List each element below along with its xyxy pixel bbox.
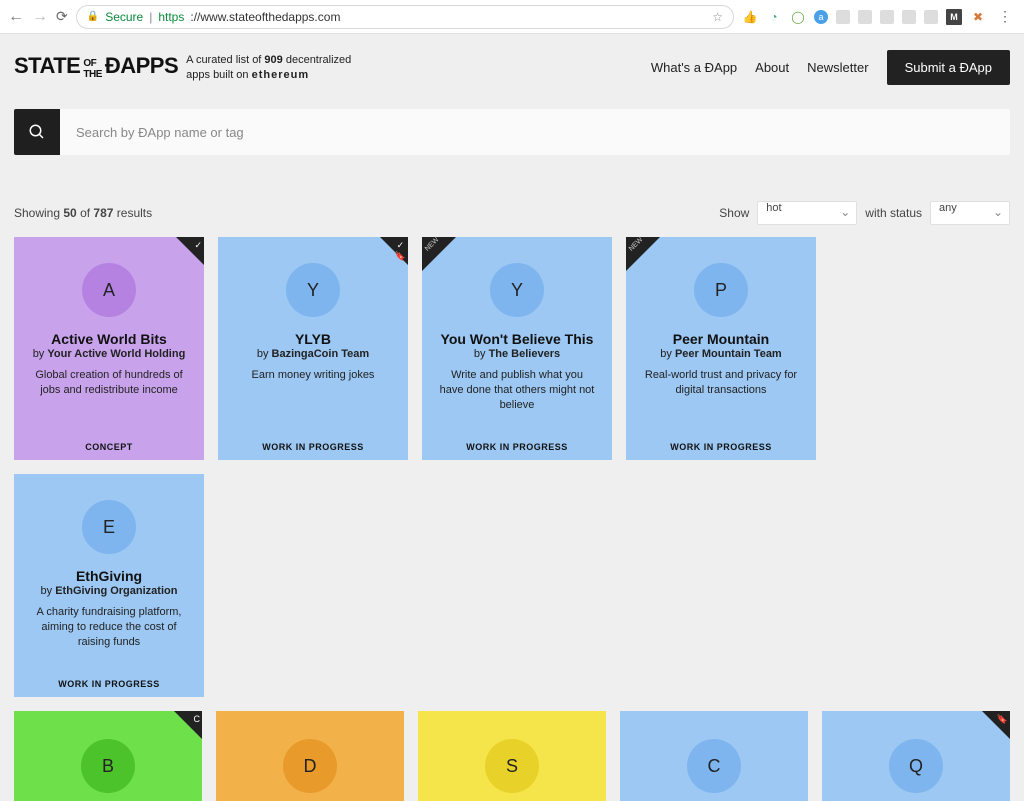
logo-dapps: ÐAPPS bbox=[105, 53, 178, 78]
nav-newsletter[interactable]: Newsletter bbox=[807, 60, 868, 75]
logo-text: STATE bbox=[14, 53, 80, 78]
search-icon[interactable] bbox=[14, 109, 60, 155]
badge-icon: ✓ bbox=[176, 237, 204, 265]
chrome-menu-icon[interactable]: ⋮ bbox=[994, 8, 1016, 25]
new-badge: NEW bbox=[422, 237, 456, 271]
badge-icon: 🔖 bbox=[982, 711, 1010, 739]
show-label: Show bbox=[719, 206, 749, 220]
card-title: Peer Mountain bbox=[673, 331, 769, 347]
ext-icon[interactable]: 👍 bbox=[742, 9, 758, 25]
nav-menu: What's a ÐApp About Newsletter Submit a … bbox=[651, 50, 1010, 85]
card-avatar: A bbox=[82, 263, 136, 317]
ext-icon[interactable] bbox=[924, 10, 938, 24]
url-text: ://www.stateofthedapps.com bbox=[190, 10, 340, 24]
logo[interactable]: STATEOFTHEÐAPPS bbox=[14, 56, 178, 80]
new-badge: NEW bbox=[626, 237, 660, 271]
card-avatar: E bbox=[82, 500, 136, 554]
card-avatar: B bbox=[81, 739, 135, 793]
tagline: A curated list of 909 decentralized apps… bbox=[186, 53, 376, 83]
card-avatar: P bbox=[694, 263, 748, 317]
ext-icon[interactable]: a bbox=[814, 10, 828, 24]
ext-icon[interactable] bbox=[858, 10, 872, 24]
logo-the: THE bbox=[83, 69, 102, 80]
card-status: WORK IN PROGRESS bbox=[466, 442, 568, 452]
nav-about[interactable]: About bbox=[755, 60, 789, 75]
address-bar[interactable]: 🔒 Secure | https://www.stateofthedapps.c… bbox=[76, 5, 734, 29]
dapp-card[interactable]: D bbox=[216, 711, 404, 801]
status-label: with status bbox=[865, 206, 922, 220]
card-status: WORK IN PROGRESS bbox=[58, 679, 160, 689]
card-description: Earn money writing jokes bbox=[248, 368, 379, 383]
card-description: Global creation of hundreds of jobs and … bbox=[26, 368, 192, 398]
filters: Show hot with status any bbox=[719, 201, 1010, 225]
card-status: CONCEPT bbox=[85, 442, 133, 452]
card-status: WORK IN PROGRESS bbox=[670, 442, 772, 452]
card-avatar: C bbox=[687, 739, 741, 793]
url-protocol: https bbox=[158, 10, 184, 24]
ext-icon[interactable] bbox=[836, 10, 850, 24]
search-input[interactable] bbox=[60, 109, 1010, 155]
ext-icon[interactable]: ✖ bbox=[970, 9, 986, 25]
logo-of: OF bbox=[83, 58, 96, 69]
card-title: You Won't Believe This bbox=[441, 331, 594, 347]
star-icon[interactable]: ☆ bbox=[712, 10, 723, 24]
card-title: YLYB bbox=[295, 331, 331, 347]
card-description: A charity fundraising platform, aiming t… bbox=[26, 605, 192, 650]
reload-button[interactable]: ⟳ bbox=[56, 8, 68, 25]
extensions-tray: 👍 ◔ ◯ a M ✖ bbox=[742, 9, 986, 25]
card-grid-2: CBDSC🔖Q bbox=[14, 711, 1010, 801]
site-header: STATEOFTHEÐAPPS A curated list of 909 de… bbox=[0, 34, 1024, 109]
results-count: Showing 50 of 787 results bbox=[14, 206, 152, 220]
card-avatar: S bbox=[485, 739, 539, 793]
lock-icon: 🔒 bbox=[87, 11, 99, 22]
browser-chrome: ← → ⟳ 🔒 Secure | https://www.stateofthed… bbox=[0, 0, 1024, 34]
search-bar bbox=[14, 109, 1010, 155]
dapp-card[interactable]: ✓🔖 Y YLYBby BazingaCoin Team Earn money wri… bbox=[218, 237, 408, 460]
card-grid: ✓ A Active World Bitsby Your Active World … bbox=[14, 237, 1010, 697]
secure-label: Secure bbox=[105, 10, 143, 24]
dapp-card[interactable]: CB bbox=[14, 711, 202, 801]
dapp-card[interactable]: E EthGivingby EthGiving Organization A cha… bbox=[14, 474, 204, 697]
ext-icon[interactable]: ◯ bbox=[790, 9, 806, 25]
card-description: Write and publish what you have done tha… bbox=[434, 368, 600, 413]
card-description: Real-world trust and privacy for digital… bbox=[638, 368, 804, 398]
ext-icon[interactable]: M bbox=[946, 9, 962, 25]
submit-dapp-button[interactable]: Submit a ÐApp bbox=[887, 50, 1010, 85]
dapp-card[interactable]: NEW P Peer Mountainby Peer Mountain Team Re… bbox=[626, 237, 816, 460]
dapp-card[interactable]: S bbox=[418, 711, 606, 801]
brand: STATEOFTHEÐAPPS A curated list of 909 de… bbox=[14, 53, 376, 83]
ext-icon[interactable] bbox=[902, 10, 916, 24]
badge-icon: ✓🔖 bbox=[380, 237, 408, 265]
dapp-card[interactable]: ✓ A Active World Bitsby Your Active World … bbox=[14, 237, 204, 460]
ext-icon[interactable] bbox=[880, 10, 894, 24]
dapp-card[interactable]: NEW Y You Won't Believe Thisby The Believe… bbox=[422, 237, 612, 460]
card-avatar: Q bbox=[889, 739, 943, 793]
card-avatar: Y bbox=[286, 263, 340, 317]
card-title: Active World Bits bbox=[51, 331, 167, 347]
card-author: by BazingaCoin Team bbox=[257, 348, 369, 360]
card-title: EthGiving bbox=[76, 568, 142, 584]
sort-select[interactable]: hot bbox=[757, 201, 857, 225]
dapp-card[interactable]: C bbox=[620, 711, 808, 801]
card-avatar: D bbox=[283, 739, 337, 793]
badge-icon: C bbox=[174, 711, 202, 739]
ext-icon[interactable]: ◔ bbox=[766, 9, 782, 25]
forward-button[interactable]: → bbox=[32, 8, 48, 26]
card-author: by Your Active World Holding bbox=[33, 348, 186, 360]
card-status: WORK IN PROGRESS bbox=[262, 442, 364, 452]
status-select[interactable]: any bbox=[930, 201, 1010, 225]
card-avatar: Y bbox=[490, 263, 544, 317]
card-author: by Peer Mountain Team bbox=[660, 348, 781, 360]
card-author: by The Believers bbox=[474, 348, 560, 360]
back-button[interactable]: ← bbox=[8, 8, 24, 26]
results-bar: Showing 50 of 787 results Show hot with … bbox=[14, 201, 1010, 225]
nav-what[interactable]: What's a ÐApp bbox=[651, 60, 737, 75]
dapp-card[interactable]: 🔖Q bbox=[822, 711, 1010, 801]
card-author: by EthGiving Organization bbox=[41, 585, 178, 597]
